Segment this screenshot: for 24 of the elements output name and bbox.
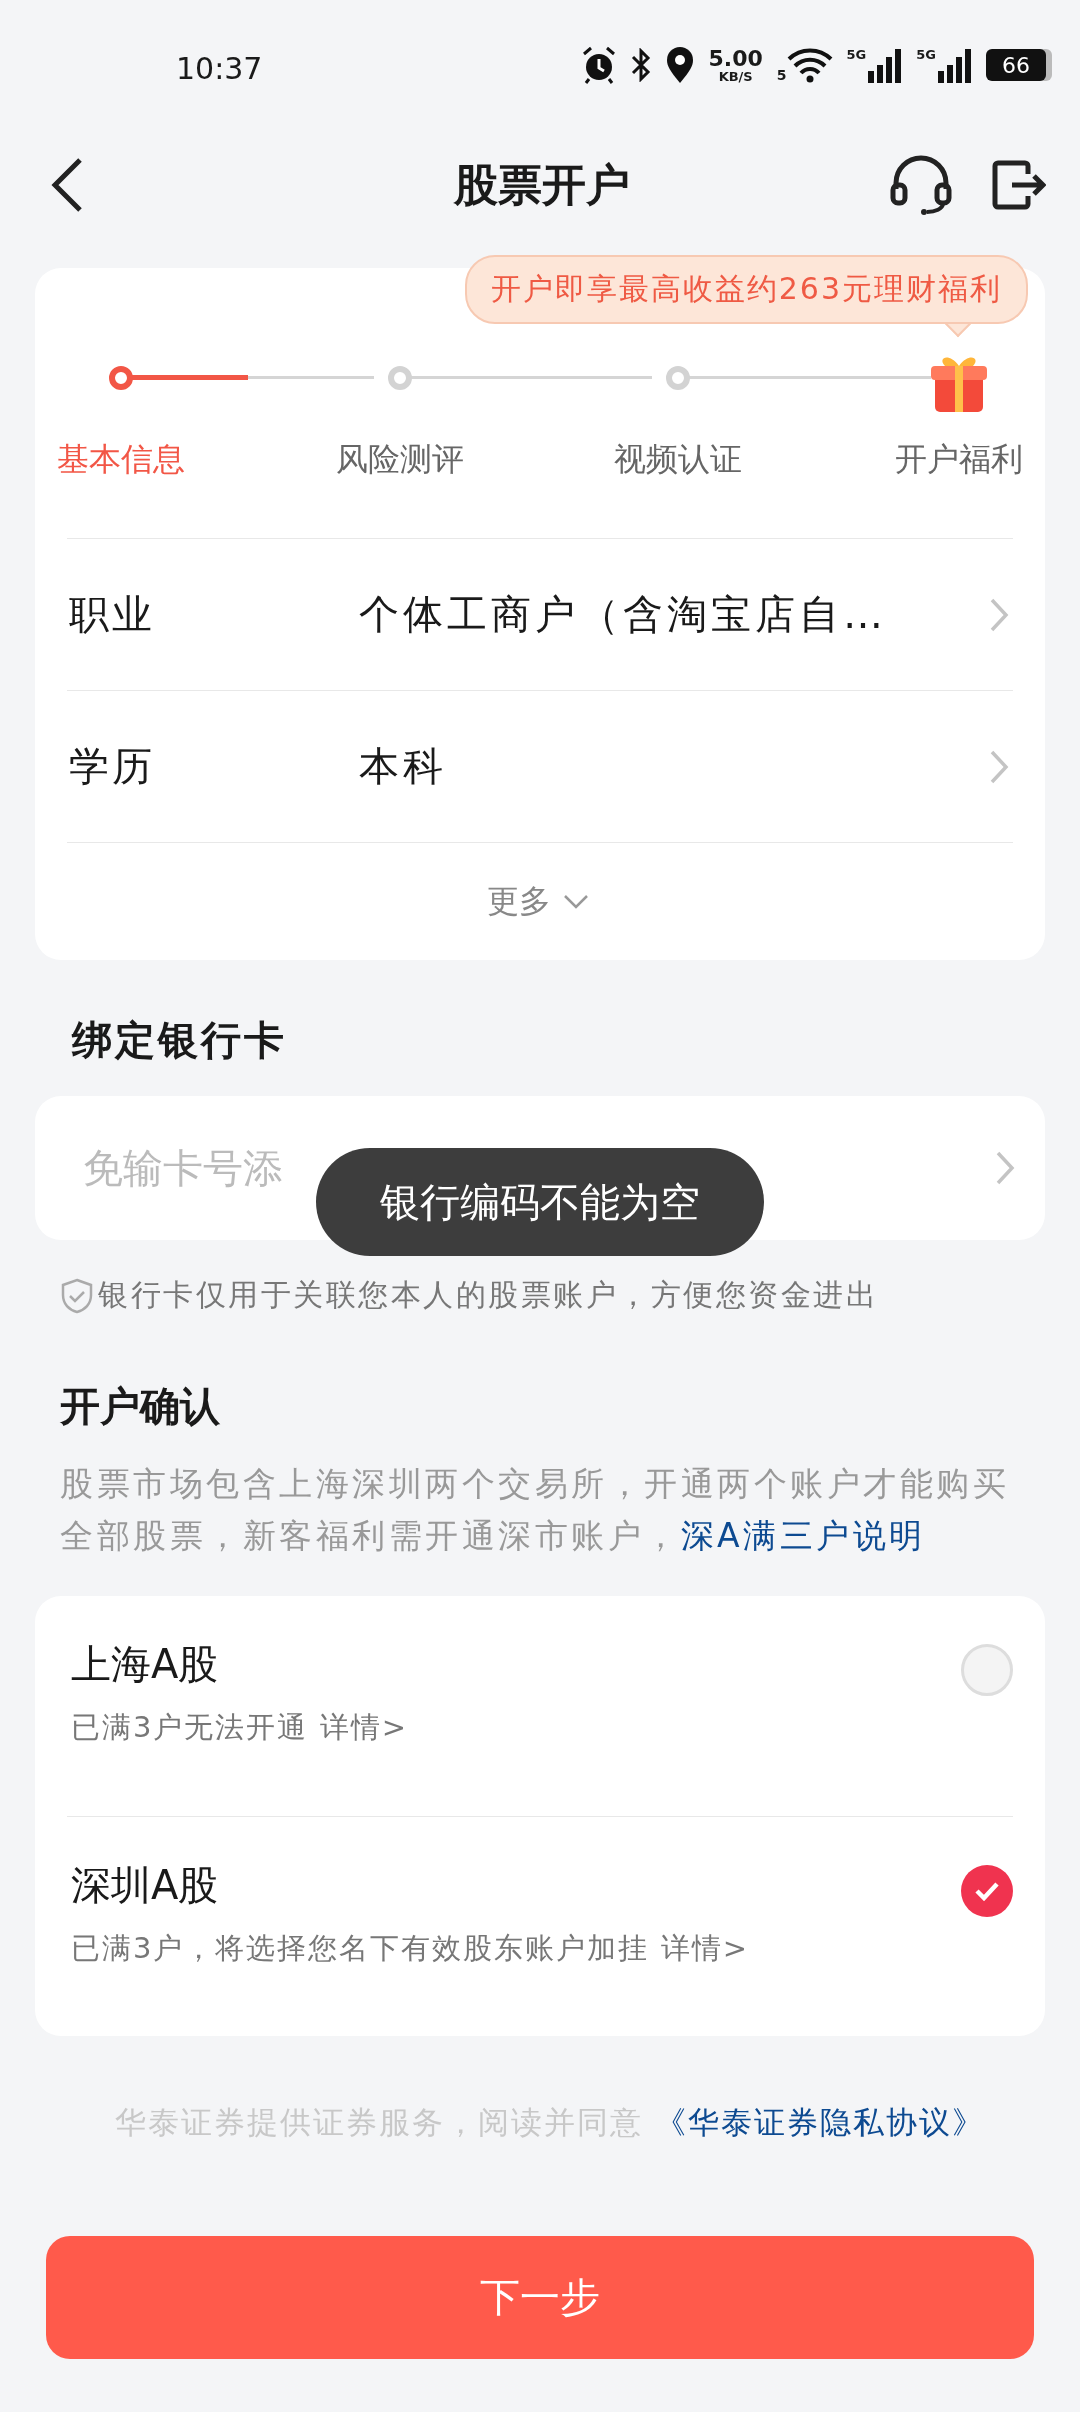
market-note: 已满3户，将选择您名下有效股东账户加挂 (71, 1931, 650, 1965)
placeholder-text: 免输卡号添 (83, 1143, 284, 1193)
step-label: 基本信息 (56, 439, 187, 480)
wifi-label: 5 (776, 67, 787, 83)
error-toast: 银行编码不能为空 (316, 1148, 764, 1256)
promo-bubble: 开户即享最高收益约263元理财福利 (464, 255, 1028, 324)
network-type: 5G (916, 47, 936, 62)
network-type: 5G (846, 47, 867, 62)
market-name: 上海A股 (71, 1640, 220, 1689)
network-speed-unit: KB/S (718, 69, 753, 83)
market-note: 已满3户无法开通 (71, 1710, 309, 1744)
field-label: 学历 (68, 742, 156, 791)
network-speed: 5.00 (708, 47, 763, 70)
step-label: 开户福利 (893, 439, 1024, 480)
step-label: 视频认证 (613, 439, 744, 480)
clock-time: 10:37 (176, 49, 264, 86)
market-name: 深圳A股 (71, 1861, 220, 1910)
page-title: 股票开户 (452, 157, 631, 212)
step-label: 风险测评 (334, 439, 465, 480)
market-description: 股票市场包含上海深圳两个交易所，开通两个账户才能购买全部股票，新客福利需开通深市账户，深A满三户说明 (60, 1463, 1010, 1557)
field-label: 职业 (68, 590, 156, 639)
security-note: 银行卡仅用于关联您本人的股票账户，方便您资金进出 (98, 1276, 878, 1314)
section-heading: 绑定银行卡 (72, 1016, 287, 1065)
section-heading: 开户确认 (60, 1382, 221, 1431)
